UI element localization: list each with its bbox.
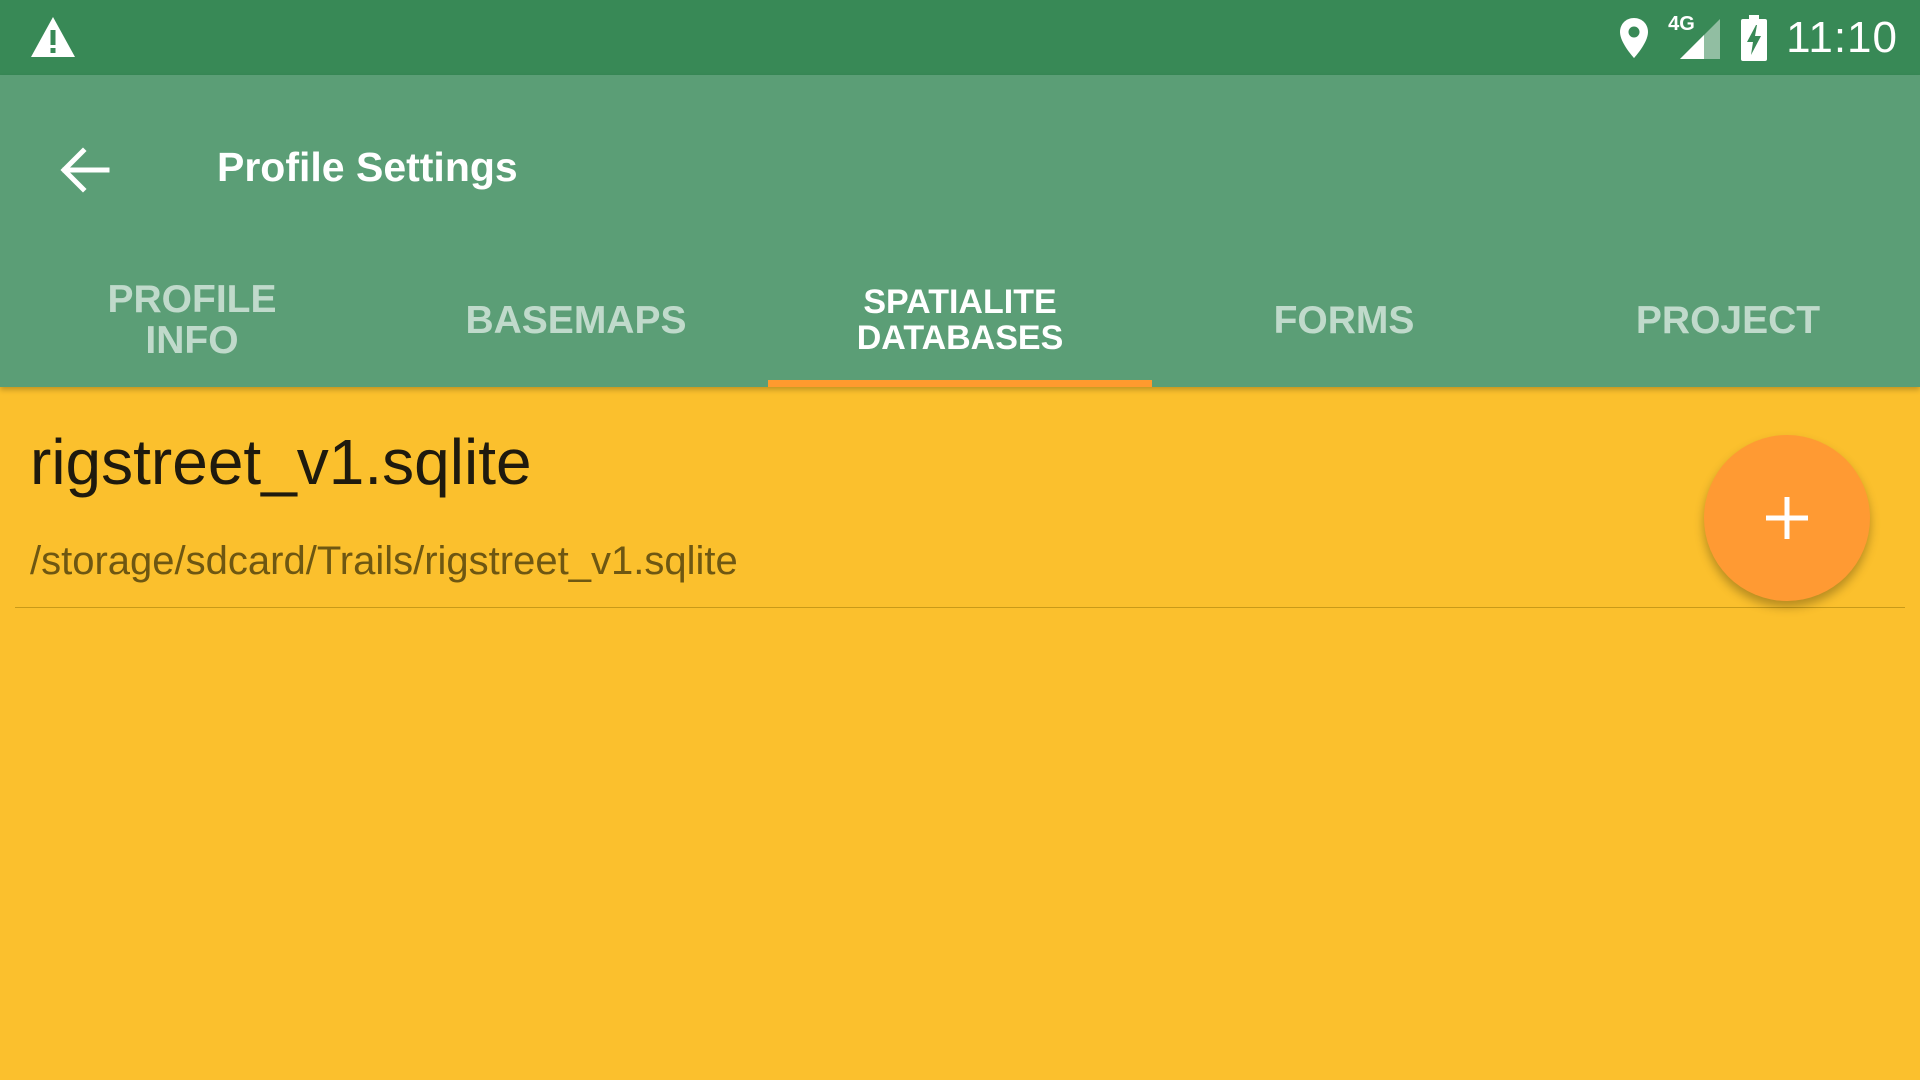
list-item[interactable]: rigstreet_v1.sqlite /storage/sdcard/Trai… bbox=[15, 387, 1905, 608]
tab-label: FORMS bbox=[1273, 298, 1415, 342]
tab-project[interactable]: PROJECT bbox=[1536, 255, 1920, 387]
tab-forms[interactable]: FORMS bbox=[1152, 255, 1536, 387]
database-name: rigstreet_v1.sqlite bbox=[30, 426, 532, 498]
network-type-label: 4G bbox=[1668, 12, 1695, 35]
warning-icon bbox=[31, 17, 75, 57]
battery-charging-icon bbox=[1741, 14, 1768, 61]
status-icons: 4G 11:10 bbox=[1600, 0, 1898, 75]
add-database-button[interactable] bbox=[1704, 435, 1870, 601]
tab-profile-info[interactable]: PROFILE INFO bbox=[0, 255, 384, 387]
status-bar: 4G 11:10 bbox=[0, 0, 1920, 75]
back-button[interactable] bbox=[50, 135, 120, 205]
tab-bar: PROFILE INFO BASEMAPS SPATIALITE DATABAS… bbox=[0, 255, 1920, 387]
add-icon bbox=[1766, 497, 1808, 539]
arrow-back-icon bbox=[60, 147, 110, 193]
database-list: rigstreet_v1.sqlite /storage/sdcard/Trai… bbox=[0, 387, 1920, 1080]
tab-label: BASEMAPS bbox=[465, 298, 687, 342]
app-bar: Profile Settings PROFILE INFO BASEMAPS S… bbox=[0, 75, 1920, 387]
active-tab-indicator bbox=[768, 380, 1152, 387]
tab-label: PROJECT bbox=[1635, 298, 1821, 342]
page-title: Profile Settings bbox=[217, 144, 518, 190]
tab-label: SPATIALITE DATABASES bbox=[856, 283, 1064, 357]
tab-basemaps[interactable]: BASEMAPS bbox=[384, 255, 768, 387]
tab-label: PROFILE INFO bbox=[107, 278, 277, 362]
status-time: 11:10 bbox=[1786, 12, 1898, 62]
tab-spatialite-databases[interactable]: SPATIALITE DATABASES bbox=[768, 255, 1152, 387]
location-pin-icon bbox=[1620, 17, 1649, 58]
database-path: /storage/sdcard/Trails/rigstreet_v1.sqli… bbox=[30, 539, 738, 583]
signal-icon: 4G bbox=[1668, 12, 1722, 61]
